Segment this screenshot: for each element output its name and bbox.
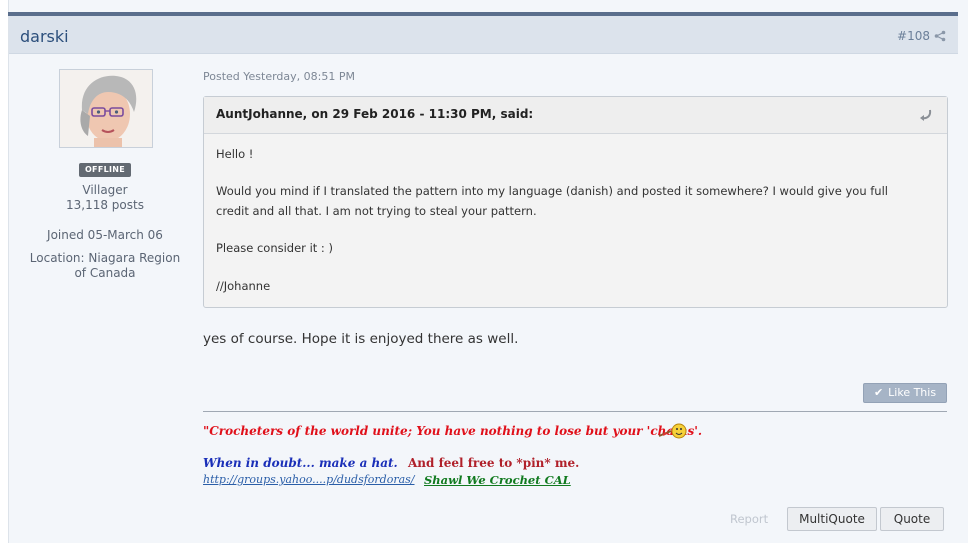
quote-citation: AuntJohanne, on 29 Feb 2016 - 11:30 PM, … <box>216 107 534 121</box>
member-rank: Villager <box>82 183 128 197</box>
signature-group-link[interactable]: http://groups.yahoo....p/dudsfordoras/ <box>203 473 415 486</box>
signature-hat-text: When in doubt... make a hat. <box>203 456 398 470</box>
post-number-link[interactable]: #108 <box>897 29 930 43</box>
multiquote-button[interactable]: MultiQuote <box>787 507 877 531</box>
signature-divider <box>203 411 947 412</box>
quote-line-request-2: credit and all that. I am not trying to … <box>216 204 537 218</box>
like-button[interactable]: ✔ Like This <box>863 383 947 403</box>
share-icon[interactable] <box>934 30 946 42</box>
crochet-smiley-icon <box>658 423 687 439</box>
member-post-count: 13,118 posts <box>66 198 144 212</box>
member-location-line1: Location: Niagara Region <box>29 251 181 265</box>
quote-block: AuntJohanne, on 29 Feb 2016 - 11:30 PM, … <box>203 96 948 308</box>
quote-button[interactable]: Quote <box>880 507 944 531</box>
quote-line-please: Please consider it : ) <box>216 241 333 255</box>
quote-line-signoff: //Johanne <box>216 279 271 293</box>
signature-quote: "Crocheters of the world unite; You have… <box>203 424 703 438</box>
quote-jump-icon[interactable] <box>919 108 933 122</box>
check-icon: ✔ <box>873 386 884 399</box>
like-button-label: Like This <box>888 386 937 399</box>
status-badge: OFFLINE <box>79 163 131 177</box>
quote-line-greeting: Hello ! <box>216 147 254 161</box>
author-name-link[interactable]: darski <box>20 27 69 46</box>
quote-header: AuntJohanne, on 29 Feb 2016 - 11:30 PM, … <box>204 97 947 134</box>
quote-line-request-1: Would you mind if I translated the patte… <box>216 184 888 198</box>
member-location-line2: of Canada <box>74 266 136 280</box>
avatar-image <box>60 70 152 147</box>
member-joined: Joined 05-March 06 <box>47 228 163 242</box>
signature-pin-text: And feel free to *pin* me. <box>408 456 580 470</box>
report-link[interactable]: Report <box>730 512 768 526</box>
posted-date: Posted Yesterday, 08:51 PM <box>203 70 355 83</box>
signature-cal-link[interactable]: Shawl We Crochet CAL <box>424 473 571 487</box>
avatar[interactable] <box>59 69 153 148</box>
post-body-text: yes of course. Hope it is enjoyed there … <box>203 331 519 347</box>
post-header <box>9 16 958 54</box>
